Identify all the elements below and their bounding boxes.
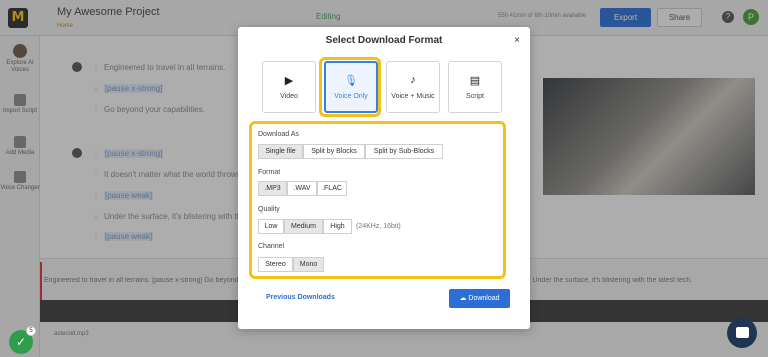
option-flac[interactable]: .FLAC: [317, 181, 347, 196]
option-wav[interactable]: .WAV: [287, 181, 317, 196]
voice-music-icon: ♪: [410, 74, 416, 86]
quality-label: Quality: [258, 206, 280, 213]
chat-launcher[interactable]: [727, 318, 757, 348]
chat-icon: [736, 327, 749, 338]
format-card-label: Voice + Music: [391, 93, 435, 100]
option-single-file[interactable]: Single file: [258, 144, 303, 159]
format-card-script[interactable]: ▤ Script: [448, 61, 502, 113]
option-low[interactable]: Low: [258, 219, 284, 234]
download-button[interactable]: ☁ Download: [449, 289, 510, 308]
format-card-label: Script: [466, 93, 484, 100]
option-mono[interactable]: Mono: [293, 257, 324, 272]
download-button-label: Download: [468, 295, 500, 302]
format-card-label: Video: [280, 93, 298, 100]
option-mp3[interactable]: .MP3: [258, 181, 287, 196]
option-stereo[interactable]: Stereo: [258, 257, 293, 272]
close-icon[interactable]: ×: [512, 35, 522, 46]
format-label: Format: [258, 169, 281, 176]
video-icon: ▶: [284, 75, 294, 87]
format-card-video[interactable]: ▶ Video: [262, 61, 316, 113]
option-medium[interactable]: Medium: [284, 219, 323, 234]
channel-label: Channel: [258, 243, 285, 250]
script-icon: ▤: [469, 75, 481, 87]
quality-note: (24KHz, 16bit): [356, 223, 401, 230]
previous-downloads-link[interactable]: Previous Downloads: [266, 294, 335, 301]
option-split-by-blocks[interactable]: Split by Blocks: [303, 144, 365, 159]
option-high[interactable]: High: [323, 219, 352, 234]
download-as-label: Download As: [258, 131, 299, 138]
format-card-voice-music[interactable]: ♪ Voice + Music: [386, 61, 440, 113]
checklist-count-badge: 5: [26, 326, 36, 336]
selected-format-highlight: [319, 57, 381, 117]
option-split-by-sub-blocks[interactable]: Split by Sub-Blocks: [365, 144, 443, 159]
modal-title: Select Download Format: [325, 35, 443, 46]
